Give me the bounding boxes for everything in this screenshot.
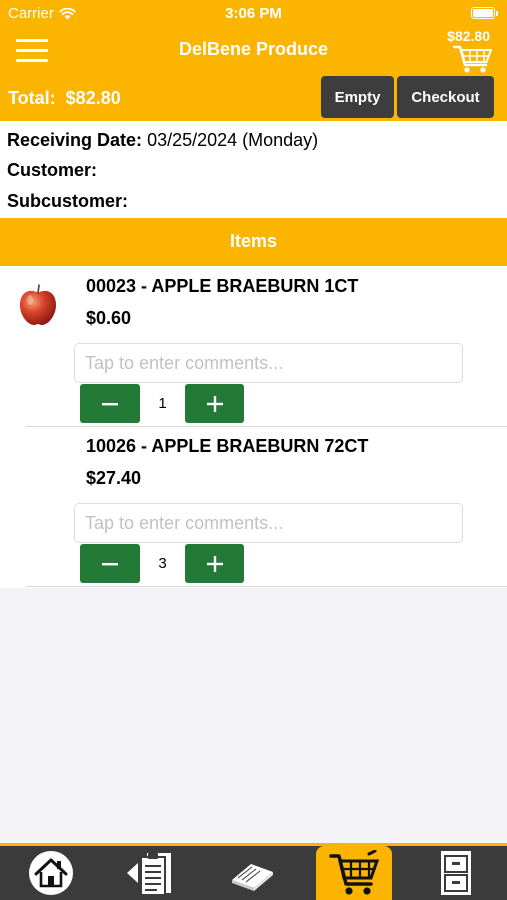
total-bar: Total: $82.80 Empty Checkout [0,74,507,121]
tab-cart[interactable] [316,846,392,900]
receiving-date-label: Receiving Date: [7,130,143,150]
tab-home[interactable] [22,846,80,900]
increase-quantity-button[interactable] [185,544,244,583]
receiving-date-row: Receiving Date: 03/25/2024 (Monday) [7,130,318,151]
increase-quantity-button[interactable] [185,384,244,423]
subcustomer-row[interactable]: Subcustomer: [7,191,128,212]
decrease-quantity-button[interactable] [80,544,140,583]
cart-item: 10026 - APPLE BRAEBURN 72CT $27.40 3 [0,426,507,586]
customer-label: Customer: [7,160,98,180]
quantity-value[interactable]: 3 [141,545,184,582]
nav-bar: DelBene Produce $82.80 [0,28,507,74]
home-icon [29,851,73,895]
item-divider [26,586,507,587]
empty-cart-button[interactable]: Empty [321,76,394,118]
tab-catalog[interactable] [224,846,280,900]
plus-icon [206,395,223,412]
cart-items-list: 00023 - APPLE BRAEBURN 1CT $0.60 1 10026… [0,266,507,588]
apple-product-image [20,284,56,325]
menu-icon[interactable] [16,39,48,63]
tab-order-history[interactable] [118,846,184,900]
item-price: $0.60 [86,308,132,328]
catalog-icon [232,864,273,891]
cart-icon[interactable] [453,44,493,74]
tab-bar [0,843,507,900]
item-price: $27.40 [86,468,142,488]
quantity-value[interactable]: 1 [141,385,184,422]
tab-cabinet[interactable] [426,846,486,900]
quantity-stepper: 1 [80,384,244,424]
cart-item: 00023 - APPLE BRAEBURN 1CT $0.60 1 [0,266,507,426]
cabinet-icon [441,851,471,895]
minus-icon [102,562,118,565]
total-value: $82.80 [65,88,121,108]
comment-input[interactable] [74,503,463,543]
item-title: 00023 - APPLE BRAEBURN 1CT [86,276,359,296]
total-label: Total: [8,88,56,108]
status-bar: Carrier 3:06 PM [0,0,507,28]
order-history-icon [127,853,171,896]
battery-icon [471,7,498,19]
order-total: Total: $82.80 [8,88,121,109]
app-title: DelBene Produce [178,39,329,59]
item-title: 10026 - APPLE BRAEBURN 72CT [86,436,369,456]
subcustomer-label: Subcustomer: [7,191,129,211]
order-info: Receiving Date: 03/25/2024 (Monday) Cust… [0,121,507,218]
decrease-quantity-button[interactable] [80,384,140,423]
clock: 3:06 PM [225,5,282,22]
receiving-date-value: 03/25/2024 (Monday) [147,130,319,150]
comment-input[interactable] [74,343,463,383]
plus-icon [206,555,223,572]
cart-amount[interactable]: $82.80 [447,28,490,44]
cart-icon [329,850,379,895]
customer-row[interactable]: Customer: [7,160,97,181]
items-header: Items [0,218,507,266]
minus-icon [102,402,118,405]
checkout-button[interactable]: Checkout [397,76,494,118]
quantity-stepper: 3 [80,544,244,584]
